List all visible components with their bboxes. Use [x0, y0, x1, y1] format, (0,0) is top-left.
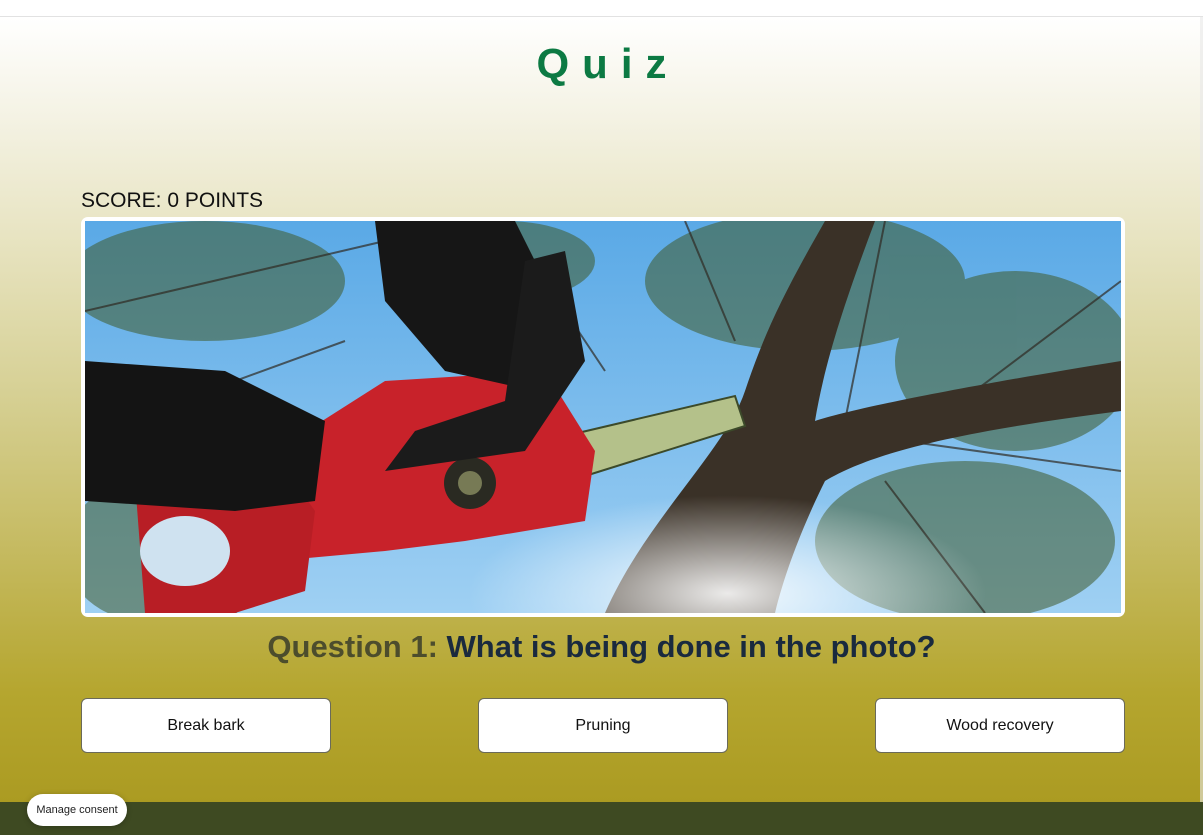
question-heading: Question 1: What is being done in the ph…: [0, 629, 1203, 665]
footer: [0, 802, 1203, 835]
answer-button-3[interactable]: Wood recovery: [875, 698, 1125, 753]
question-text: What is being done in the photo?: [446, 629, 936, 664]
question-number: Question 1:: [267, 629, 438, 664]
quiz-photo-image: [85, 221, 1121, 613]
top-bar: [0, 0, 1203, 17]
answer-button-2[interactable]: Pruning: [478, 698, 728, 753]
quiz-photo: [81, 217, 1125, 617]
score-label: SCORE: 0 POINTS: [81, 189, 264, 212]
answer-button-1[interactable]: Break bark: [81, 698, 331, 753]
manage-consent-button[interactable]: Manage consent: [27, 794, 127, 826]
page-title: Quiz: [536, 40, 680, 87]
